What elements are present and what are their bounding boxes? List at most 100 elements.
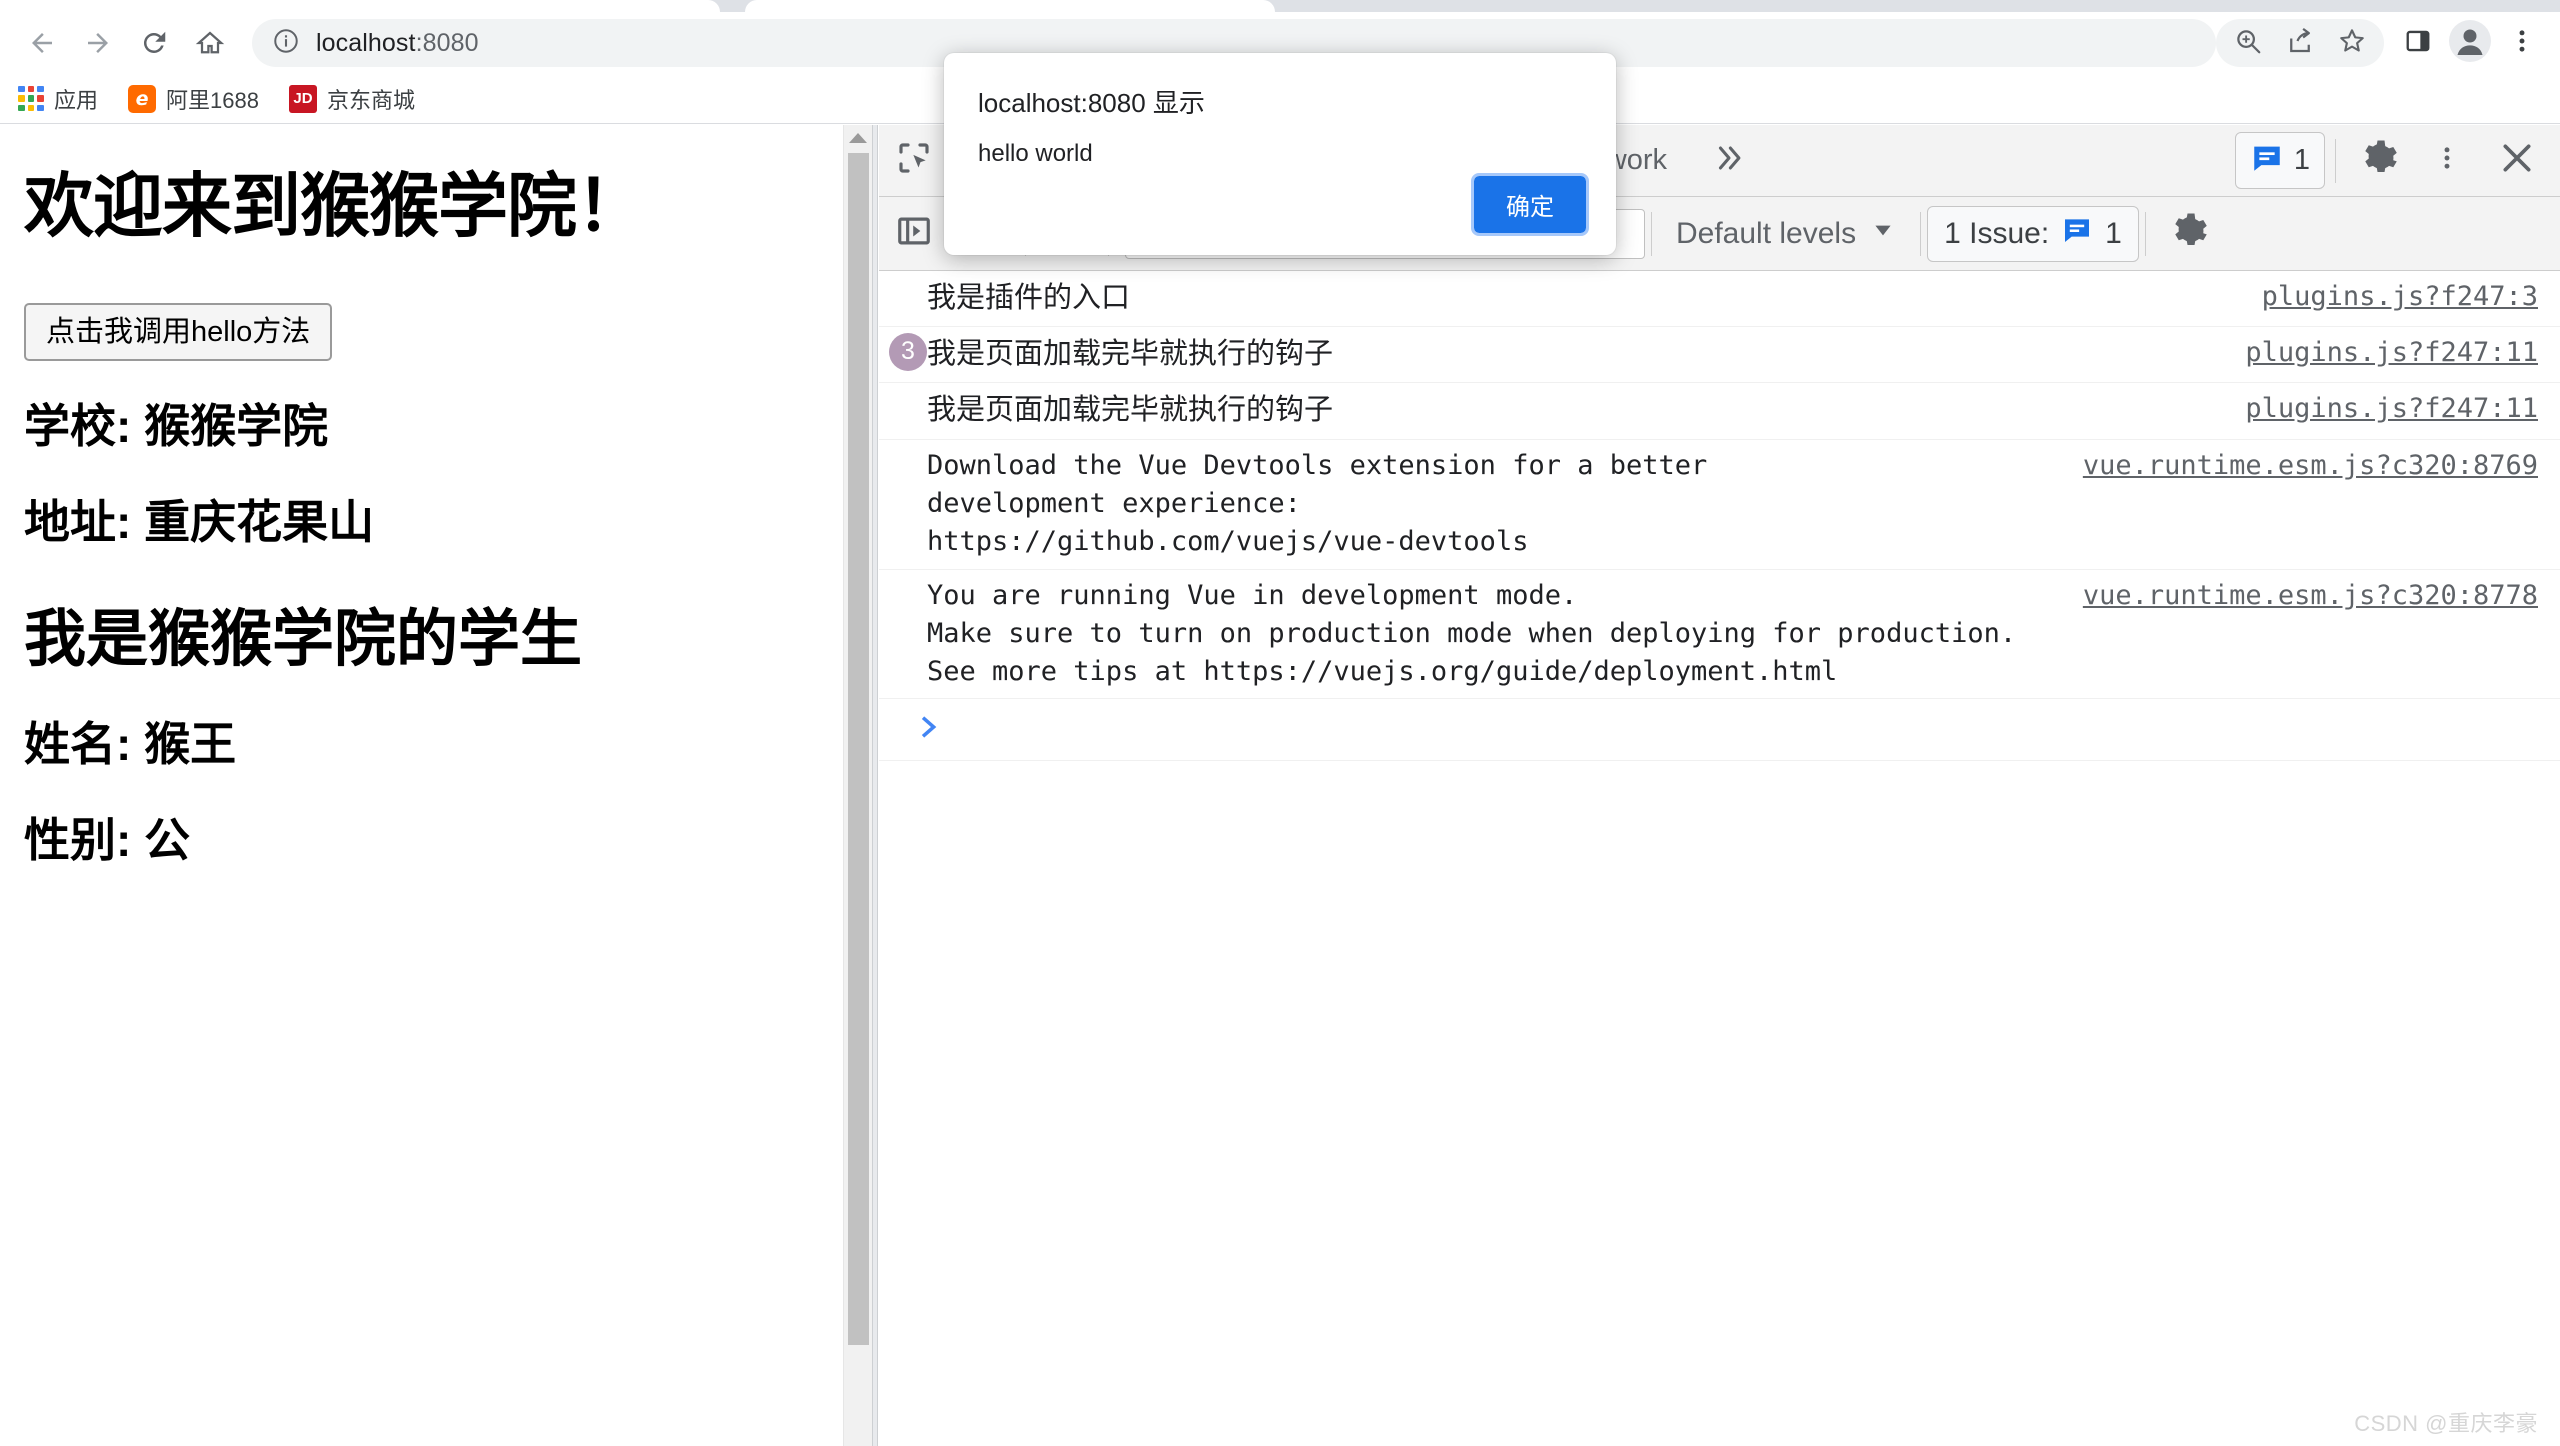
console-message[interactable]: 3 我是页面加载完毕就执行的钩子 plugins.js?f247:11 [879,327,2560,383]
log-levels-dropdown[interactable]: Default levels [1658,217,1914,251]
address-bar-text: localhost:8080 [316,29,479,58]
issue-bar-count: 1 [2105,217,2122,251]
back-arrow-icon [27,28,57,58]
more-tabs-icon [1709,141,1749,180]
chrome-menu-button[interactable] [2496,17,2548,69]
console-prompt[interactable] [879,699,2560,761]
chevron-down-icon [1870,217,1896,251]
back-button[interactable] [14,15,70,71]
devtools-more-icon [2433,140,2461,181]
alibaba-icon: e [128,85,156,113]
alert-message-text: hello world [978,140,1582,168]
devtools-settings-button[interactable] [2342,126,2412,196]
console-message-text: 我是页面加载完毕就执行的钩子 [879,334,2221,375]
toolbar-divider [2145,212,2146,256]
console-message-source[interactable]: vue.runtime.esm.js?c320:8778 [2059,577,2560,615]
chrome-menu-icon [2508,27,2536,60]
console-message-text: You are running Vue in development mode.… [879,577,2059,692]
site-info-icon[interactable] [272,27,300,60]
close-icon [2497,138,2537,183]
call-hello-button[interactable]: 点击我调用hello方法 [24,303,332,362]
watermark: CSDN @重庆李豪 [2354,1406,2538,1438]
omnibox-actions-pill [2216,19,2384,67]
inspect-element-icon [894,138,934,183]
toolbar-actions [2216,17,2560,69]
bookmark-star-button[interactable] [2326,17,2378,69]
more-tabs-button[interactable] [1693,141,1765,180]
bookmark-item-alibaba[interactable]: e 阿里1688 [116,78,271,120]
javascript-alert-dialog: localhost:8080 显示 hello world 确定 [944,53,1616,255]
browser-window: localhost:8080 [0,0,2560,1446]
page-title: 欢迎来到猴猴学院！ [24,163,848,251]
devtools-splitter[interactable] [872,125,878,1446]
tab-strip [0,0,2560,12]
console-message-source[interactable]: plugins.js?f247:11 [2221,390,2560,428]
toolbar-divider [2335,139,2336,183]
issue-message-icon [2250,141,2284,180]
share-button[interactable] [2274,17,2326,69]
issues-bar-button[interactable]: 1 Issue: 1 [1927,206,2139,262]
home-icon [195,28,225,58]
console-message[interactable]: Download the Vue Devtools extension for … [879,440,2560,570]
console-settings-button[interactable] [2152,199,2222,269]
side-panel-button[interactable] [2392,17,2444,69]
devtools-more-button[interactable] [2412,126,2482,196]
side-panel-icon [2404,27,2432,60]
toolbar-divider [1651,212,1652,256]
console-sidebar-toggle-icon [895,212,933,255]
bookmark-label: 京东商城 [327,83,415,115]
browser-tab[interactable] [745,0,1275,12]
tab-strip-empty-area [1280,0,2560,12]
console-message[interactable]: You are running Vue in development mode.… [879,570,2560,700]
console-message-list: 我是插件的入口 plugins.js?f247:3 3 我是页面加载完毕就执行的… [879,271,2560,1446]
gender-line: 性别: 公 [24,811,848,871]
scroll-up-arrow-icon[interactable] [849,133,867,143]
close-devtools-button[interactable] [2482,126,2552,196]
alert-ok-button[interactable]: 确定 [1474,176,1586,233]
address-line: 地址: 重庆花果山 [24,493,848,553]
name-line: 姓名: 猴王 [24,715,848,775]
bookmark-star-icon [2337,26,2367,61]
toolbar-divider [1920,212,1921,256]
zoom-in-button[interactable] [2222,17,2274,69]
forward-arrow-icon [83,28,113,58]
console-prompt-chevron-icon [915,713,943,746]
bookmark-item-jd[interactable]: JD 京东商城 [277,78,427,120]
web-page-viewport: 欢迎来到猴猴学院！ 点击我调用hello方法 学校: 猴猴学院 地址: 重庆花果… [0,125,872,1446]
console-sidebar-toggle-button[interactable] [879,199,949,269]
console-message-source[interactable]: plugins.js?f247:3 [2238,278,2560,316]
devtools-panel: es Network 1 [879,125,2560,1446]
reload-icon [139,28,169,58]
console-message-source[interactable]: plugins.js?f247:11 [2221,334,2560,372]
bookmark-label: 阿里1688 [166,83,259,115]
issue-bar-label: 1 Issue: [1944,217,2049,251]
forward-button[interactable] [70,15,126,71]
console-message-source[interactable]: vue.runtime.esm.js?c320:8769 [2059,447,2560,485]
scrollbar-thumb[interactable] [848,153,869,1345]
console-message-text: 我是页面加载完毕就执行的钩子 [879,390,2221,431]
console-message-text: Download the Vue Devtools extension for … [879,447,2059,562]
console-settings-gear-icon [2166,210,2208,257]
settings-gear-icon [2356,137,2398,184]
issue-message-icon [2061,214,2093,254]
alert-origin-text: localhost:8080 显示 [978,83,1582,120]
console-message[interactable]: 我是页面加载完毕就执行的钩子 plugins.js?f247:11 [879,383,2560,439]
student-heading: 我是猴猴学院的学生 [24,601,848,679]
console-message[interactable]: 我是插件的入口 plugins.js?f247:3 [879,271,2560,327]
page-vertical-scrollbar[interactable] [843,125,872,1446]
profile-button[interactable] [2444,17,2496,69]
profile-avatar-icon [2448,19,2492,68]
inspect-element-button[interactable] [879,126,949,196]
bookmark-label: 应用 [54,83,98,115]
console-message-text: 我是插件的入口 [879,278,2238,319]
issues-counter-button[interactable]: 1 [2235,132,2325,189]
zoom-in-icon [2233,26,2263,61]
browser-tab[interactable] [0,0,720,12]
apps-grid-icon [18,86,44,112]
issues-count: 1 [2294,144,2310,177]
home-button[interactable] [182,15,238,71]
reload-button[interactable] [126,15,182,71]
share-icon [2285,26,2315,61]
bookmark-item-apps[interactable]: 应用 [6,78,110,120]
log-levels-label: Default levels [1676,217,1856,251]
